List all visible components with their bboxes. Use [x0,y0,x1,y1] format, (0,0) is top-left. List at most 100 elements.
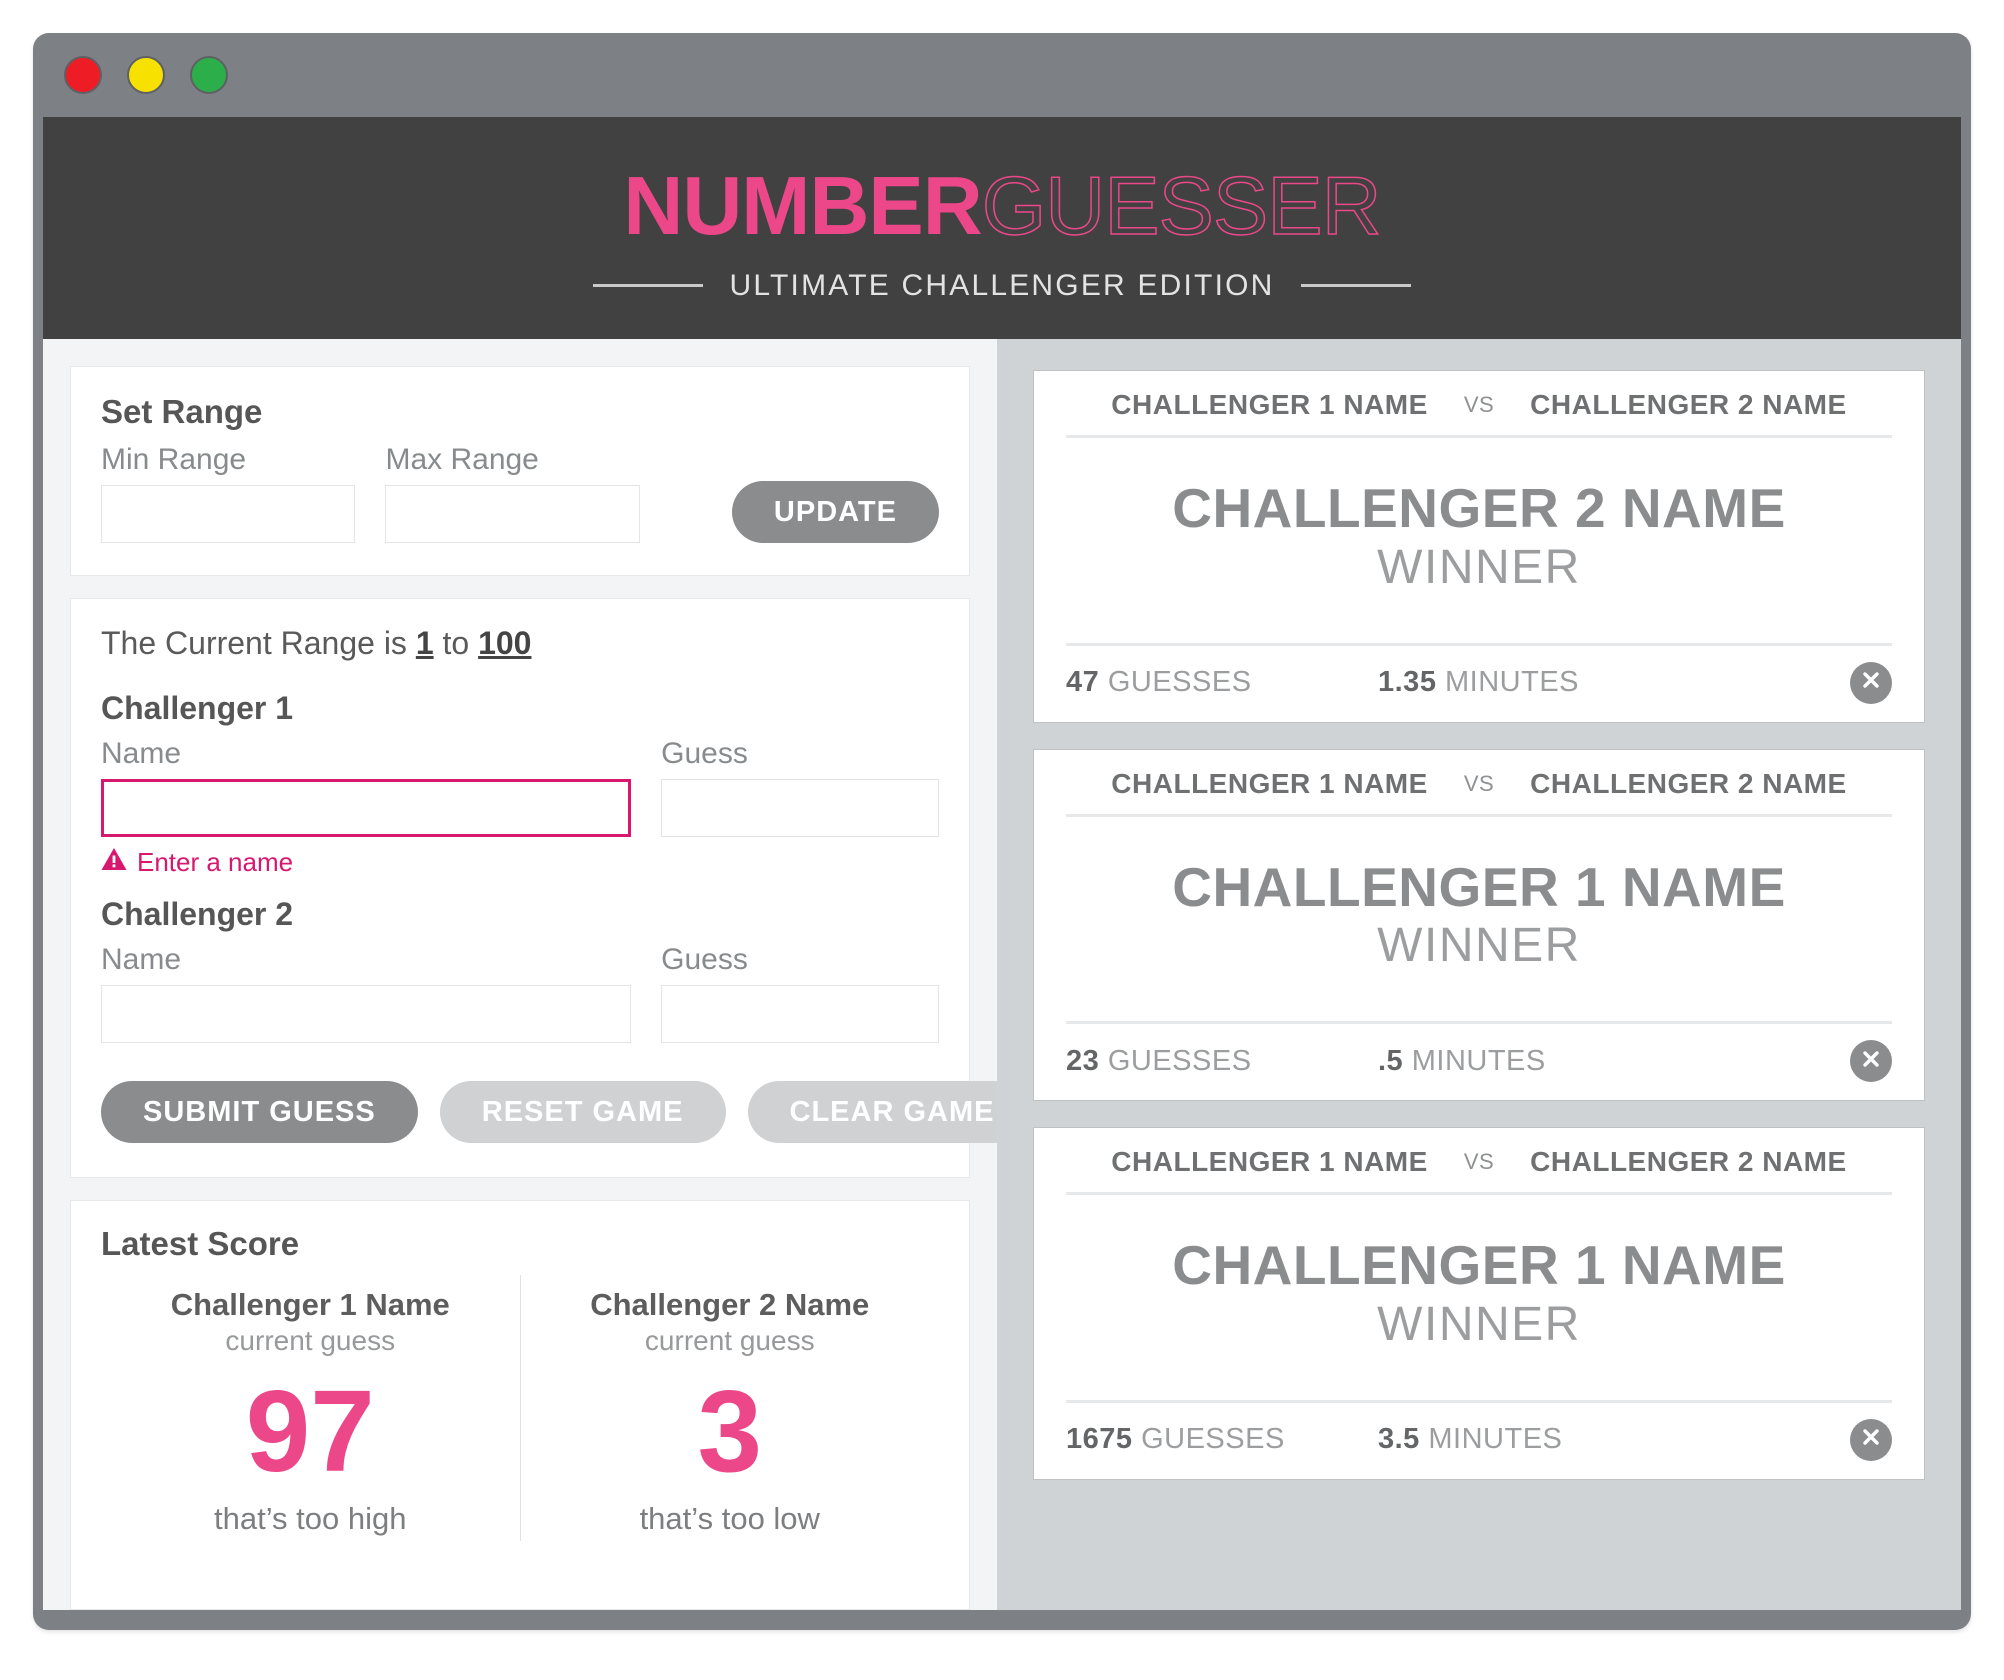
min-range-input[interactable] [101,485,356,543]
matchup-row: CHALLENGER 1 NAME VS CHALLENGER 2 NAME [1066,1146,1892,1192]
subtitle-text: ULTIMATE CHALLENGER EDITION [729,268,1275,302]
update-button[interactable]: UPDATE [731,481,939,543]
max-range-label: Max Range [385,443,539,476]
set-range-title: Set Range [101,393,263,430]
current-range-min: 1 [415,625,434,661]
set-range-card: Set Range Min Range Max Range UPDATE [70,366,970,576]
minutes-label: MINUTES [1419,1423,1563,1456]
matchup-player-2: CHALLENGER 2 NAME [1530,767,1847,799]
matchup-row: CHALLENGER 1 NAME VS CHALLENGER 2 NAME [1066,768,1892,814]
score-player-2-name: Challenger 2 Name [590,1287,870,1322]
score-player-2-value: 3 [697,1366,762,1496]
winner-name: CHALLENGER 1 NAME [1172,855,1786,918]
guesses-value: 47 [1066,666,1100,699]
winner-block: CHALLENGER 1 NAME WINNER [1066,817,1892,1022]
minutes-value: .5 [1378,1044,1404,1077]
maximize-window-button[interactable] [190,56,228,94]
challenger-2-heading: Challenger 2 [101,896,294,932]
latest-score-card: Latest Score Challenger 1 Name current g… [70,1200,970,1610]
game-history-card: CHALLENGER 1 NAME VS CHALLENGER 2 NAME C… [1033,1127,1925,1480]
challenger-2-guess-input[interactable] [661,985,939,1043]
subtitle-rule-left [593,284,704,287]
close-window-button[interactable] [64,56,102,94]
challenger-1-name-label: Name [101,737,182,770]
challenger-2-name-label: Name [101,943,182,976]
current-range-joiner: to [433,625,479,661]
matchup-player-1: CHALLENGER 1 NAME [1111,1146,1428,1178]
guesses-stat: 23 GUESSES [1066,1045,1366,1078]
reset-game-button[interactable]: RESET GAME [439,1081,726,1143]
guesses-value: 1675 [1066,1423,1133,1456]
app-body: Set Range Min Range Max Range UPDATE The… [43,339,1961,1610]
update-button-wrap: UPDATE [731,481,939,543]
latest-score-columns: Challenger 1 Name current guess 97 that’… [101,1275,939,1541]
delete-game-button[interactable] [1850,661,1892,704]
guesses-label: GUESSES [1099,666,1252,699]
challenger-1-guess-field: Guess [661,737,939,837]
score-player-2-sub: current guess [644,1325,815,1356]
logo-bold-text: NUMBER [623,158,982,252]
app-window: NUMBERGUESSER ULTIMATE CHALLENGER EDITIO… [33,33,1971,1630]
challenger-2-guess-label: Guess [661,943,748,976]
matchup-player-1: CHALLENGER 1 NAME [1111,767,1428,799]
challenger-2-guess-field: Guess [661,943,939,1043]
minutes-stat: .5 MINUTES [1366,1045,1850,1078]
minimize-window-button[interactable] [127,56,165,94]
min-range-field: Min Range [101,443,356,543]
subtitle-rule-right [1300,284,1411,287]
matchup-row: CHALLENGER 1 NAME VS CHALLENGER 2 NAME [1066,389,1892,435]
winner-label: WINNER [1377,1297,1581,1351]
close-icon [1860,1048,1882,1075]
score-player-2-hint: that’s too low [639,1500,820,1536]
challenger-1-heading: Challenger 1 [101,690,294,726]
winner-name: CHALLENGER 1 NAME [1172,1234,1786,1297]
score-player-1-value: 97 [245,1366,375,1496]
app-viewport: NUMBERGUESSER ULTIMATE CHALLENGER EDITIO… [43,117,1961,1610]
minutes-stat: 1.35 MINUTES [1366,666,1850,699]
matchup-vs-label: VS [1463,770,1495,796]
delete-game-button[interactable] [1850,1040,1892,1083]
challenger-1-name-input[interactable] [101,779,632,837]
winner-label: WINNER [1377,919,1581,973]
delete-game-button[interactable] [1850,1418,1892,1461]
set-range-row: Min Range Max Range UPDATE [101,443,939,543]
challenger-1-row: Name Guess [101,737,939,837]
min-range-label: Min Range [101,443,247,476]
window-titlebar [33,33,1971,117]
current-range-prefix: The Current Range is [101,625,416,661]
warning-triangle-icon [101,847,127,878]
logo-light-text: GUESSER [981,158,1382,252]
card-stats-row: 47 GUESSES 1.35 MINUTES [1066,646,1892,704]
max-range-input[interactable] [385,485,640,543]
game-form-card: The Current Range is 1 to 100 Challenger… [70,598,1037,1178]
challenger-1-name-field: Name [101,737,632,837]
challenger-1-guess-input[interactable] [661,779,939,837]
current-range-text: The Current Range is 1 to 100 [101,625,939,662]
winner-block: CHALLENGER 1 NAME WINNER [1066,1195,1892,1400]
submit-guess-button[interactable]: SUBMIT GUESS [101,1081,418,1143]
challenger-2-name-field: Name [101,943,632,1043]
minutes-label: MINUTES [1403,1044,1546,1077]
score-column-player-1: Challenger 1 Name current guess 97 that’… [101,1275,520,1541]
challenger-1-guess-label: Guess [661,737,748,770]
score-column-player-2: Challenger 2 Name current guess 3 that’s… [519,1275,940,1541]
minutes-value: 1.35 [1378,666,1437,699]
minutes-label: MINUTES [1436,666,1580,699]
card-stats-row: 23 GUESSES .5 MINUTES [1066,1024,1892,1083]
latest-score-title: Latest Score [101,1225,300,1262]
card-stats-row: 1675 GUESSES 3.5 MINUTES [1066,1403,1892,1461]
left-column: Set Range Min Range Max Range UPDATE The… [43,339,1037,1610]
close-icon [1860,1426,1882,1453]
close-icon [1860,669,1882,696]
matchup-player-1: CHALLENGER 1 NAME [1111,389,1428,420]
minutes-stat: 3.5 MINUTES [1366,1423,1850,1456]
current-range-max: 100 [478,625,532,661]
game-history-card: CHALLENGER 1 NAME VS CHALLENGER 2 NAME C… [1033,748,1925,1102]
minutes-value: 3.5 [1378,1423,1420,1456]
challenger-2-name-input[interactable] [101,985,632,1043]
max-range-field: Max Range [385,443,640,543]
matchup-vs-label: VS [1463,392,1495,417]
guesses-value: 23 [1066,1044,1100,1077]
guesses-label: GUESSES [1132,1423,1285,1456]
clear-game-button[interactable]: CLEAR GAME [747,1081,1037,1143]
